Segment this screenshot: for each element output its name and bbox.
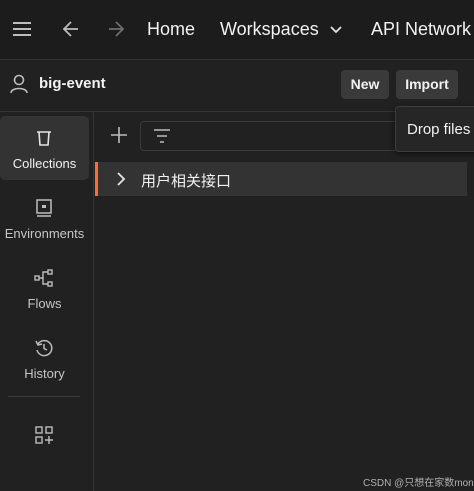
environment-icon — [36, 199, 52, 217]
sidebar: Collections Environments Flows History — [0, 112, 94, 491]
watermark: CSDN @只想在家数money — [363, 478, 474, 489]
sidebar-item-label: Environments — [4, 226, 85, 241]
sidebar-item-collections[interactable]: Collections — [0, 116, 89, 180]
back-arrow-icon[interactable] — [61, 18, 81, 40]
nav-home[interactable]: Home — [147, 19, 195, 40]
menu-icon[interactable] — [13, 22, 31, 36]
nav-workspaces[interactable]: Workspaces — [220, 19, 319, 40]
new-button[interactable]: New — [341, 70, 389, 99]
collection-name: 用户相关接口 — [141, 173, 232, 190]
sidebar-item-flows[interactable]: Flows — [0, 256, 89, 320]
sidebar-item-history[interactable]: History — [0, 326, 89, 390]
workspace-header: big-event New Import — [0, 60, 474, 112]
sidebar-item-label: Collections — [12, 156, 77, 171]
list-item[interactable]: 用户相关接口 — [95, 162, 467, 196]
top-nav-bar: Home Workspaces API Network — [0, 0, 474, 60]
plus-icon[interactable] — [110, 126, 128, 144]
sidebar-divider — [8, 396, 80, 397]
drop-files-text: Drop files — [407, 121, 471, 138]
chevron-right-icon[interactable] — [116, 172, 126, 186]
trash-can-icon — [37, 131, 51, 146]
forward-arrow-icon[interactable] — [106, 18, 126, 40]
sidebar-item-label: History — [24, 366, 65, 381]
import-button[interactable]: Import — [396, 70, 458, 99]
chevron-down-icon[interactable] — [329, 22, 343, 36]
configure-workbench-icon[interactable] — [34, 425, 54, 445]
sidebar-item-label: Flows — [27, 296, 62, 311]
workspace-name: big-event — [39, 75, 106, 92]
nav-api-network[interactable]: API Network — [371, 19, 471, 40]
sidebar-item-environments[interactable]: Environments — [0, 186, 89, 250]
flows-icon — [34, 269, 53, 287]
user-icon — [10, 74, 28, 94]
history-icon — [35, 339, 53, 357]
import-dropdown[interactable]: Drop files — [395, 106, 474, 152]
filter-icon — [154, 129, 170, 143]
